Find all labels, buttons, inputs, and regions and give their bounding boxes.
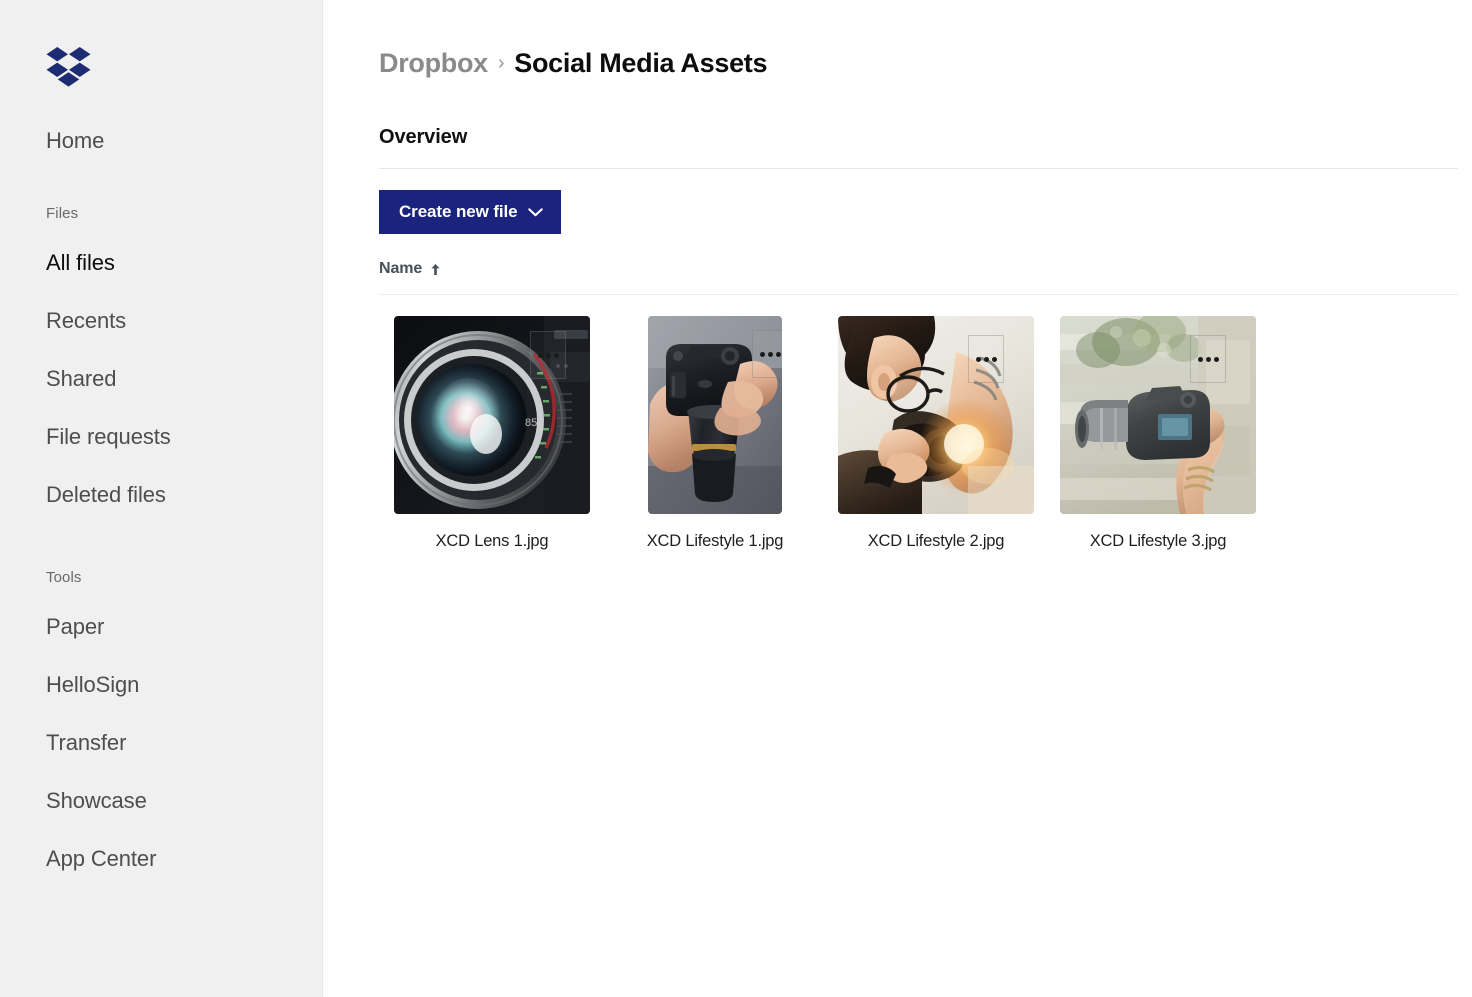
ellipsis-icon[interactable]	[530, 331, 566, 379]
sidebar-item-showcase[interactable]: Showcase	[0, 772, 322, 830]
sidebar-item-file-requests[interactable]: File requests	[0, 408, 322, 466]
main-content: Dropbox › Social Media Assets Overview C…	[323, 0, 1472, 997]
svg-text:85: 85	[525, 417, 537, 429]
ellipsis-dot	[975, 356, 981, 362]
ellipsis-dot	[537, 352, 543, 358]
ellipsis-icon[interactable]	[968, 335, 1004, 383]
breadcrumb: Dropbox › Social Media Assets	[379, 0, 1472, 79]
breadcrumb-current-folder: Social Media Assets	[514, 48, 768, 78]
hands-holding-dslr-photo[interactable]	[648, 316, 782, 514]
sidebar-section-label-files: Files	[46, 205, 79, 222]
raised-camera-outdoors-photo[interactable]	[1060, 316, 1256, 514]
camera-lens-photo[interactable]: 85	[394, 316, 590, 514]
page-title: Overview	[379, 126, 468, 148]
sidebar-item-app-center[interactable]: App Center	[0, 830, 322, 888]
sidebar-section-label-tools: Tools	[46, 569, 82, 586]
ellipsis-icon[interactable]	[752, 330, 782, 378]
sidebar-item-transfer[interactable]: Transfer	[0, 714, 322, 772]
ellipsis-dot	[983, 356, 989, 362]
ellipsis-dot	[1205, 356, 1211, 362]
sidebar-item-recents[interactable]: Recents	[0, 292, 322, 350]
file-tile[interactable]: XCD Lifestyle 1.jpg	[605, 316, 825, 551]
photographer-sunflare-photo[interactable]	[838, 316, 1034, 514]
file-name-label: XCD Lifestyle 2.jpg	[867, 532, 1005, 550]
sidebar-item-deleted-files[interactable]: Deleted files	[0, 466, 322, 524]
breadcrumb-root-link[interactable]: Dropbox	[379, 48, 488, 79]
sidebar-item-home[interactable]: Home	[0, 112, 322, 170]
ellipsis-dot	[759, 351, 765, 357]
sidebar-item-hellosign[interactable]: HelloSign	[0, 656, 322, 714]
file-name-label: XCD Lifestyle 3.jpg	[1089, 532, 1227, 550]
file-tile[interactable]: XCD Lifestyle 3.jpg	[1047, 316, 1269, 551]
chevron-down-icon	[527, 207, 543, 217]
ellipsis-dot	[1197, 356, 1203, 362]
ellipsis-dot	[545, 352, 551, 358]
dropbox-logo-icon[interactable]	[46, 46, 322, 94]
breadcrumb-separator-icon: ›	[497, 52, 505, 74]
sidebar: Home Files All files Recents Shared File…	[0, 0, 323, 997]
file-tile[interactable]: XCD Lifestyle 2.jpg	[825, 316, 1047, 551]
file-grid: 85 XCD Lens 1.jpg XCD Lifestyle 1.jpg XC…	[379, 316, 1472, 551]
app-root: Home Files All files Recents Shared File…	[0, 0, 1472, 997]
ellipsis-dot	[767, 351, 773, 357]
sidebar-item-all-files[interactable]: All files	[0, 234, 322, 292]
sort-column-label: Name	[379, 260, 423, 277]
create-new-file-label: Create new file	[399, 202, 518, 221]
file-name-label: XCD Lifestyle 1.jpg	[646, 532, 784, 550]
sort-by-name-header[interactable]: Name	[379, 260, 441, 278]
ellipsis-dot	[991, 356, 997, 362]
sidebar-item-shared[interactable]: Shared	[0, 350, 322, 408]
table-header-divider	[379, 294, 1458, 295]
file-tile[interactable]: 85 XCD Lens 1.jpg	[379, 316, 605, 551]
sidebar-item-paper[interactable]: Paper	[0, 598, 322, 656]
create-new-file-button[interactable]: Create new file	[379, 190, 561, 234]
ellipsis-dot	[775, 351, 781, 357]
toolbar: Create new file	[379, 190, 1472, 234]
arrow-up-icon	[430, 263, 441, 276]
ellipsis-dot	[1213, 356, 1219, 362]
sidebar-group-files: Files All files Recents Shared File requ…	[0, 194, 322, 524]
logo-container[interactable]	[0, 0, 322, 92]
title-divider	[379, 168, 1458, 169]
file-name-label: XCD Lens 1.jpg	[435, 532, 549, 550]
sidebar-nav-top: Home	[0, 112, 322, 170]
ellipsis-icon[interactable]	[1190, 335, 1226, 383]
sidebar-group-tools: Tools Paper HelloSign Transfer Showcase …	[0, 558, 322, 888]
ellipsis-dot	[553, 352, 559, 358]
